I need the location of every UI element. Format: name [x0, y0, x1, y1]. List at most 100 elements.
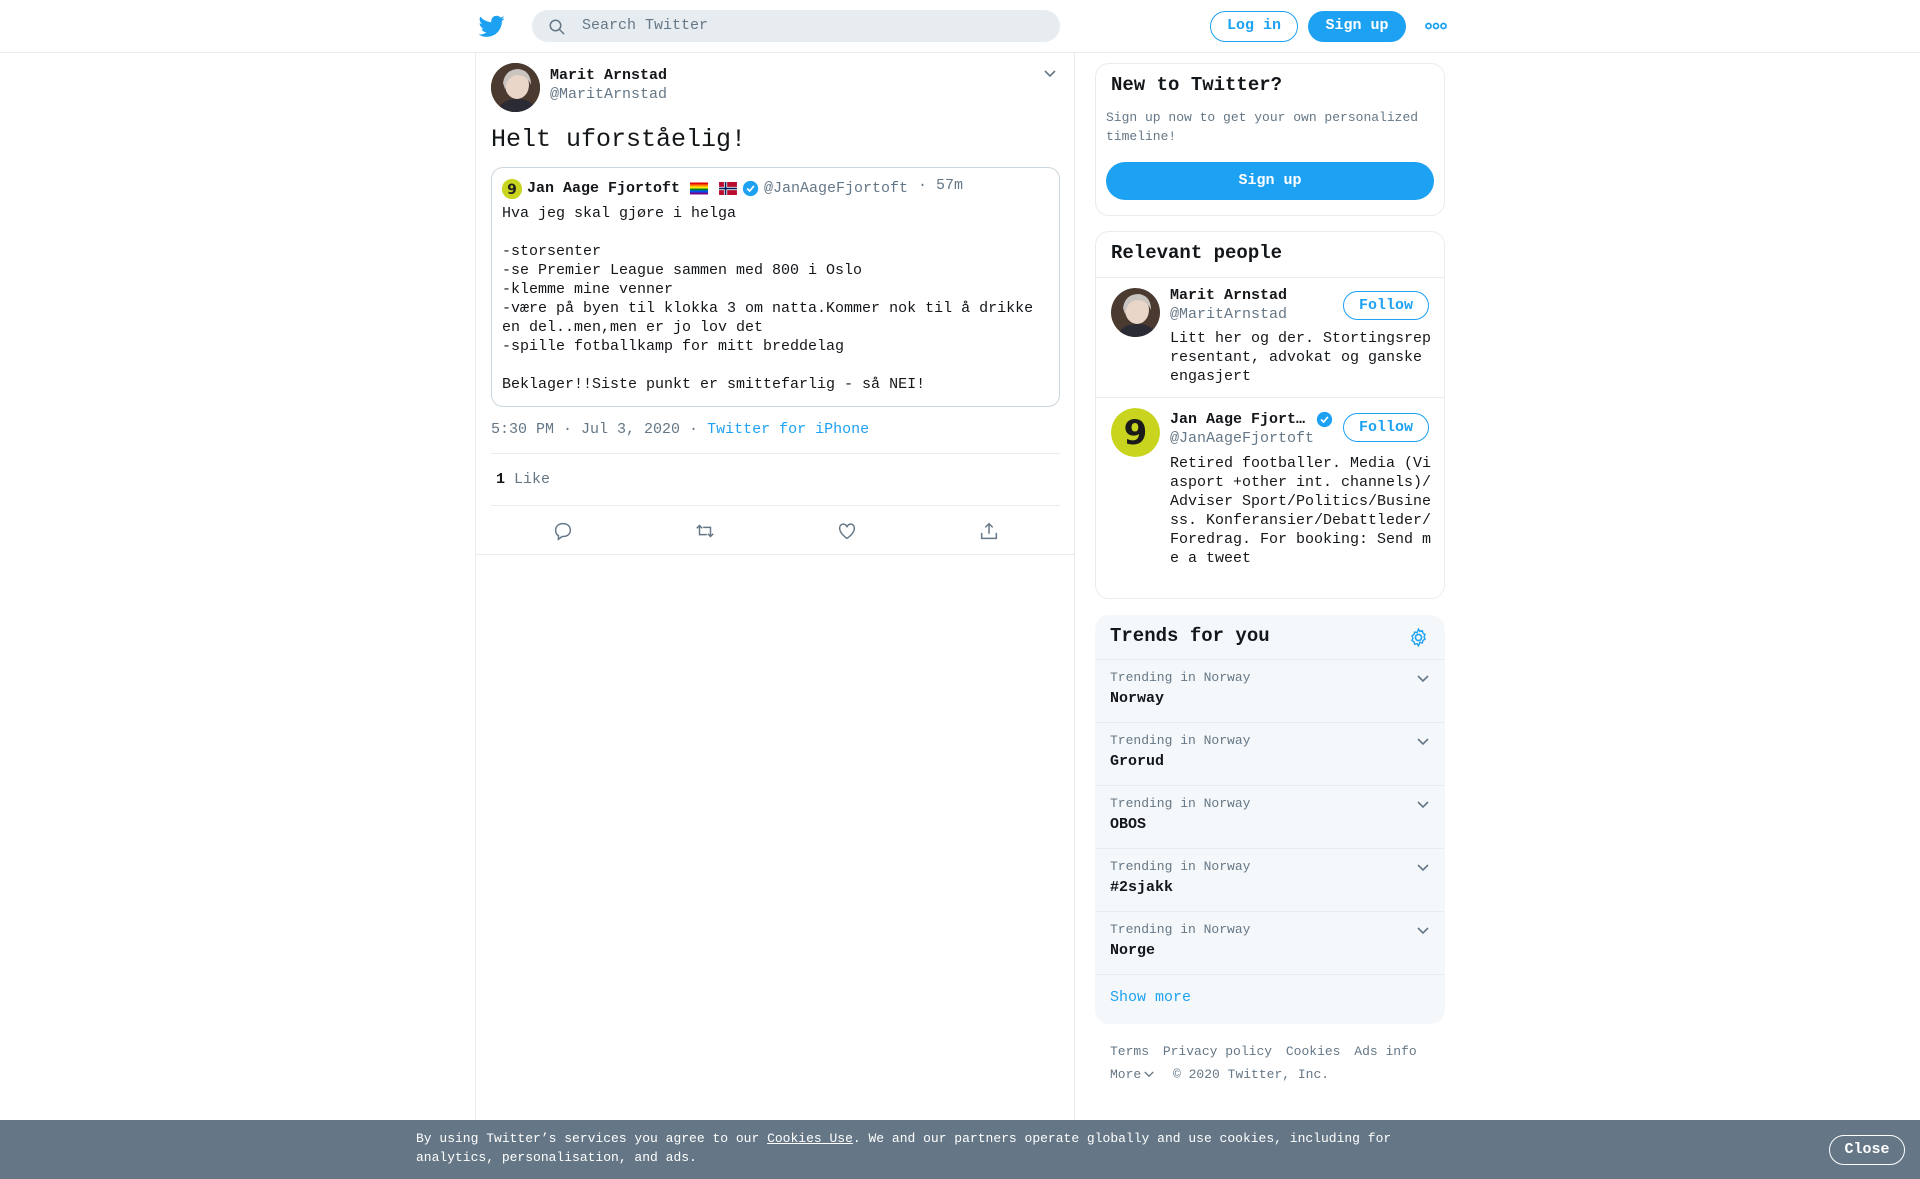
divider — [1096, 277, 1444, 278]
sidebar-footer: Terms Privacy policy Cookies Ads info Mo… — [1110, 1040, 1440, 1086]
person-name[interactable]: Jan Aage Fjort… — [1170, 411, 1305, 428]
trend-category: Trending in Norway — [1110, 733, 1251, 748]
search-icon — [549, 19, 565, 35]
trend-name: Norge — [1110, 942, 1156, 959]
footer-copyright: © 2020 Twitter, Inc. — [1173, 1067, 1330, 1082]
person-bio: Litt her og der. Stortingsrepresentant, … — [1170, 330, 1432, 385]
card-title: New to Twitter? — [1111, 74, 1283, 96]
tweet-meta: 5:30 PM · Jul 3, 2020 · Twitter for iPho… — [491, 421, 869, 438]
chevron-down-icon[interactable] — [1416, 800, 1430, 810]
norway-flag-icon — [719, 182, 737, 195]
tweet-author-name[interactable]: Marit Arnstad — [550, 67, 667, 84]
tweet-column: Marit Arnstad @MaritArnstad Helt uforstå… — [475, 53, 1075, 1125]
follow-button[interactable]: Follow — [1343, 291, 1429, 320]
quoted-author-name: Jan Aage Fjortoft — [527, 180, 681, 197]
trend-name: #2sjakk — [1110, 879, 1174, 896]
person-handle[interactable]: @MaritArnstad — [1170, 306, 1287, 323]
follow-button[interactable]: Follow — [1343, 413, 1429, 442]
trend-item[interactable]: Trending in Norway Grorud — [1095, 722, 1445, 785]
footer-more[interactable]: More — [1110, 1067, 1165, 1082]
tweet-text: Helt uforståelig! — [491, 125, 747, 154]
twitter-bird-icon[interactable] — [478, 13, 506, 39]
person-photo-icon — [1111, 288, 1160, 337]
sidebar-signup-button[interactable]: Sign up — [1106, 162, 1434, 200]
relevant-people-card: Relevant people Marit Arnstad @MaritArns… — [1095, 231, 1445, 599]
chevron-down-icon[interactable] — [1416, 674, 1430, 684]
divider — [1095, 974, 1445, 975]
divider — [491, 505, 1060, 506]
person-bio: Retired footballer. Media (Viasport +oth… — [1170, 455, 1432, 567]
chevron-down-icon[interactable] — [1416, 863, 1430, 873]
person-photo-icon: 9 — [1111, 408, 1160, 457]
meta-separator: · — [689, 421, 699, 438]
divider — [476, 554, 1074, 555]
trend-name: OBOS — [1110, 816, 1147, 833]
like-count-label: Like — [514, 471, 551, 488]
quoted-time: · 57m — [918, 177, 964, 194]
trend-item[interactable]: Trending in Norway Norge — [1095, 911, 1445, 974]
divider — [1096, 397, 1444, 398]
trends-card: Trends for you Trending in Norway Norway… — [1095, 615, 1445, 1024]
cookie-text-before: By using Twitter’s services you agree to… — [416, 1131, 768, 1146]
search-placeholder: Search Twitter — [582, 17, 709, 34]
card-title: Trends for you — [1110, 625, 1270, 647]
footer-link-ads-info[interactable]: Ads info — [1354, 1044, 1416, 1059]
svg-text:9: 9 — [1124, 413, 1148, 453]
login-button[interactable]: Log in — [1210, 11, 1298, 42]
footer-link-privacy[interactable]: Privacy policy — [1163, 1044, 1272, 1059]
divider — [491, 453, 1060, 454]
new-to-twitter-card: New to Twitter? Sign up now to get your … — [1095, 63, 1445, 216]
tweet-source[interactable]: Twitter for iPhone — [707, 421, 869, 438]
trend-category: Trending in Norway — [1110, 796, 1251, 811]
search-input[interactable]: Search Twitter — [532, 10, 1060, 42]
trend-item[interactable]: Trending in Norway #2sjakk — [1095, 848, 1445, 911]
chevron-down-icon[interactable] — [1416, 737, 1430, 747]
more-dots-icon[interactable] — [1425, 20, 1447, 32]
trend-name: Norway — [1110, 690, 1165, 707]
trend-category: Trending in Norway — [1110, 859, 1251, 874]
show-more-link[interactable]: Show more — [1110, 989, 1191, 1006]
avatar[interactable] — [1111, 288, 1160, 337]
chevron-down-icon[interactable] — [1416, 926, 1430, 936]
like-count[interactable]: 1 Like — [496, 471, 550, 488]
chevron-down-icon[interactable] — [1043, 69, 1057, 79]
gear-icon[interactable] — [1408, 627, 1429, 648]
trend-category: Trending in Norway — [1110, 670, 1251, 685]
svg-text:9: 9 — [507, 182, 517, 198]
tweet-timestamp[interactable]: 5:30 PM · Jul 3, 2020 — [491, 421, 680, 438]
verified-badge-icon — [742, 180, 759, 197]
like-heart-icon[interactable] — [836, 520, 858, 542]
cookie-text: By using Twitter’s services you agree to… — [416, 1129, 1416, 1167]
avatar[interactable]: 9 — [1111, 408, 1160, 457]
avatar[interactable] — [491, 63, 540, 112]
like-count-number: 1 — [496, 471, 506, 488]
trend-name: Grorud — [1110, 753, 1165, 770]
signup-button[interactable]: Sign up — [1308, 11, 1406, 42]
chevron-down-icon — [1144, 1071, 1154, 1078]
footer-link-cookies[interactable]: Cookies — [1286, 1044, 1341, 1059]
retweet-icon[interactable] — [694, 520, 716, 542]
quoted-author-handle: @JanAageFjortoft — [764, 180, 909, 197]
trend-item[interactable]: Trending in Norway OBOS — [1095, 785, 1445, 848]
person-photo-icon — [491, 63, 540, 112]
card-text: Sign up now to get your own personalized… — [1106, 110, 1419, 144]
person-name[interactable]: Marit Arnstad — [1170, 287, 1287, 304]
footer-link-terms[interactable]: Terms — [1110, 1044, 1149, 1059]
share-icon[interactable] — [978, 520, 1000, 542]
cookie-banner: By using Twitter’s services you agree to… — [0, 1120, 1920, 1179]
top-bar: Search Twitter Log in Sign up — [0, 0, 1920, 53]
card-title: Relevant people — [1111, 242, 1283, 264]
close-button[interactable]: Close — [1829, 1135, 1905, 1165]
trend-item[interactable]: Trending in Norway Norway — [1095, 659, 1445, 722]
quoted-tweet[interactable]: 9 Jan Aage Fjortoft @JanAageFjortoft · 5… — [491, 167, 1060, 407]
avatar: 9 — [502, 179, 522, 199]
person-photo-icon: 9 — [502, 179, 522, 199]
verified-badge-icon — [1316, 411, 1333, 428]
cookies-use-link[interactable]: Cookies Use — [767, 1131, 853, 1146]
footer-more-label: More — [1110, 1067, 1142, 1082]
tweet-author-handle[interactable]: @MaritArnstad — [550, 86, 667, 103]
rainbow-flag-icon — [690, 182, 708, 195]
trend-category: Trending in Norway — [1110, 922, 1251, 937]
person-handle[interactable]: @JanAageFjortoft — [1170, 430, 1314, 447]
reply-icon[interactable] — [552, 520, 574, 542]
